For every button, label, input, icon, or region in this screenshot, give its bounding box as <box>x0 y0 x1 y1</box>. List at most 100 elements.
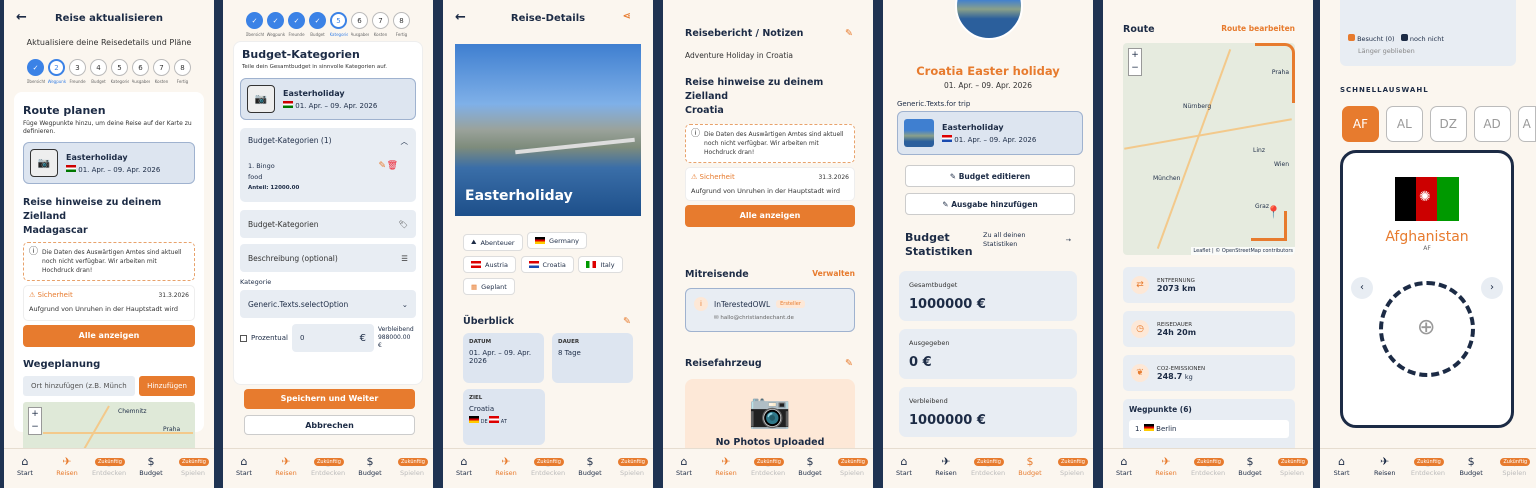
nav-label: Start <box>1333 469 1350 477</box>
country-code-button[interactable]: A <box>1517 106 1536 142</box>
nav-reisen[interactable]: ✈ Reisen <box>1147 455 1185 477</box>
step-8[interactable]: 8 <box>174 59 191 76</box>
chevron-up-icon[interactable]: ︿ <box>401 136 409 147</box>
nav-budget[interactable]: $ Budget <box>1231 455 1269 477</box>
nav-budget[interactable]: $ Budget <box>351 455 389 477</box>
all-stats-link[interactable]: Zu all deinen Statistiken → <box>983 231 1071 249</box>
edit-budget-button[interactable]: ✎ Budget editieren <box>905 165 1075 187</box>
step-2[interactable]: 2 <box>48 59 65 76</box>
nav-start[interactable]: ⌂ Start <box>665 455 703 477</box>
step-4[interactable]: 4 <box>90 59 107 76</box>
share-icon[interactable]: ⋖ <box>623 11 631 22</box>
nav-entdecken[interactable]: ◎EntdeckenZukünftig <box>969 455 1007 477</box>
nav-start[interactable]: ⌂ Start <box>885 455 923 477</box>
nav-start[interactable]: ⌂ Start <box>6 455 44 477</box>
nav-budget[interactable]: $ Budget <box>791 455 829 477</box>
nav-start[interactable]: ⌂ Start <box>1105 455 1143 477</box>
nav-start[interactable]: ⌂ Start <box>1323 455 1361 477</box>
country-code-button[interactable]: AD <box>1473 106 1511 142</box>
show-all-button[interactable]: Alle anzeigen <box>685 205 855 227</box>
nav-reisen[interactable]: ✈ Reisen <box>487 455 525 477</box>
zoom-out-icon[interactable]: − <box>29 421 41 434</box>
step-6[interactable]: 6 <box>351 12 368 29</box>
edit-icon[interactable]: ✎ <box>623 316 631 327</box>
percent-checkbox[interactable] <box>240 334 247 342</box>
category-select[interactable]: Generic.Texts.selectOption ⌄ <box>240 290 416 318</box>
description-field[interactable]: Beschreibung (optional) ☰ <box>240 244 416 272</box>
place-input[interactable]: Ort hinzufügen (z.B. Münch <box>23 376 135 396</box>
back-arrow-icon[interactable]: ← <box>455 10 466 25</box>
nav-spielen[interactable]: ◈SpielenZukünftig <box>174 455 212 477</box>
nav-entdecken[interactable]: ◎EntdeckenZukünftig <box>749 455 787 477</box>
edit-icon[interactable]: ✎ <box>845 358 853 369</box>
step-8[interactable]: 8 <box>393 12 410 29</box>
step-4[interactable]: ✓ <box>309 12 326 29</box>
country-code-button[interactable]: AL <box>1385 106 1423 142</box>
back-arrow-icon[interactable]: ← <box>16 10 27 25</box>
nav-entdecken[interactable]: ◎EntdeckenZukünftig <box>1409 455 1447 477</box>
nav-spielen[interactable]: ◈SpielenZukünftig <box>1273 455 1311 477</box>
nav-reisen[interactable]: ✈ Reisen <box>48 455 86 477</box>
nav-start[interactable]: ⌂ Start <box>225 455 263 477</box>
accordion-header[interactable]: Budget-Kategorien (1) ︿ <box>248 136 408 147</box>
step-5[interactable]: 5 <box>111 59 128 76</box>
step-2[interactable]: ✓ <box>267 12 284 29</box>
country-code-button[interactable]: AF <box>1342 106 1379 142</box>
nav-spielen[interactable]: ◈SpielenZukünftig <box>393 455 431 477</box>
nav-reisen[interactable]: ✈ Reisen <box>927 455 965 477</box>
step-7[interactable]: 7 <box>153 59 170 76</box>
nav-entdecken[interactable]: ◎EntdeckenZukünftig <box>90 455 128 477</box>
country-code-button[interactable]: DZ <box>1429 106 1467 142</box>
zoom-in-icon[interactable]: + <box>1129 49 1141 62</box>
trip-card[interactable]: 📷 Easterholiday 01. Apr. – 09. Apr. 2026 <box>240 78 416 120</box>
nav-budget[interactable]: $ Budget <box>1452 455 1490 477</box>
nav-entdecken[interactable]: ◎EntdeckenZukünftig <box>309 455 347 477</box>
zoom-out-icon[interactable]: − <box>1129 62 1141 75</box>
zoom-control[interactable]: + − <box>28 407 42 435</box>
nav-reisen[interactable]: ✈ Reisen <box>707 455 745 477</box>
save-continue-button[interactable]: Speichern und Weiter <box>244 389 415 409</box>
step-5[interactable]: 5 <box>330 12 347 29</box>
nav-budget[interactable]: $ Budget <box>132 455 170 477</box>
manage-link[interactable]: Verwalten <box>812 269 855 280</box>
nav-reisen[interactable]: ✈ Reisen <box>267 455 305 477</box>
nav-reisen[interactable]: ✈ Reisen <box>1366 455 1404 477</box>
step-6[interactable]: 6 <box>132 59 149 76</box>
waypoint-item[interactable]: 1. Berlin <box>1129 420 1289 438</box>
chevron-right-icon[interactable]: › <box>1481 277 1503 299</box>
step-3[interactable]: ✓ <box>288 12 305 29</box>
nav-budget[interactable]: $ Budget <box>1011 455 1049 477</box>
zoom-control[interactable]: + − <box>1128 48 1142 76</box>
nav-spielen[interactable]: ◈SpielenZukünftig <box>1495 455 1533 477</box>
add-expense-button[interactable]: ✎ Ausgabe hinzufügen <box>905 193 1075 215</box>
trip-card[interactable]: Easterholiday 01. Apr. – 09. Apr. 2026 <box>897 111 1083 155</box>
companion-card[interactable]: i InTerestedOWL Ersteller ✉ hallo@christ… <box>685 288 855 332</box>
nav-spielen[interactable]: ◈SpielenZukünftig <box>613 455 651 477</box>
cancel-button[interactable]: Abbrechen <box>244 415 415 435</box>
route-map[interactable]: 📍 + − Praha Nürnberg Linz Wien München Gr… <box>1123 43 1295 255</box>
nav-entdecken[interactable]: ◎EntdeckenZukünftig <box>1189 455 1227 477</box>
edit-route-link[interactable]: Route bearbeiten <box>1221 24 1295 35</box>
amount-input[interactable]: 0 € <box>291 324 374 352</box>
step-3[interactable]: 3 <box>69 59 86 76</box>
category-field[interactable]: Budget-Kategorien 🏷 <box>240 210 416 238</box>
chevron-left-icon[interactable]: ‹ <box>1351 277 1373 299</box>
step-1[interactable]: ✓ <box>27 59 44 76</box>
edit-icon[interactable]: ✎ <box>378 161 386 172</box>
nav-label: Entdecken <box>1190 469 1226 477</box>
trip-card[interactable]: 📷 Easterholiday 01. Apr. – 09. Apr. 2026 <box>23 142 195 184</box>
nav-spielen[interactable]: ◈SpielenZukünftig <box>833 455 871 477</box>
edit-icon[interactable]: ✎ <box>845 28 853 39</box>
add-button[interactable]: Hinzufügen <box>139 376 195 396</box>
nav-spielen[interactable]: ◈SpielenZukünftig <box>1053 455 1091 477</box>
nav-budget[interactable]: $ Budget <box>571 455 609 477</box>
nav-start[interactable]: ⌂ Start <box>445 455 483 477</box>
step-1[interactable]: ✓ <box>246 12 263 29</box>
show-all-button[interactable]: Alle anzeigen <box>23 325 195 347</box>
field-label: Beschreibung (optional) <box>248 253 338 263</box>
trash-icon[interactable]: 🗑 <box>387 161 398 172</box>
zoom-in-icon[interactable]: + <box>29 408 41 421</box>
step-7[interactable]: 7 <box>372 12 389 29</box>
bottom-nav: ⌂Start ✈Reisen ◎EntdeckenZukünftig $Budg… <box>663 448 873 488</box>
nav-entdecken[interactable]: ◎EntdeckenZukünftig <box>529 455 567 477</box>
